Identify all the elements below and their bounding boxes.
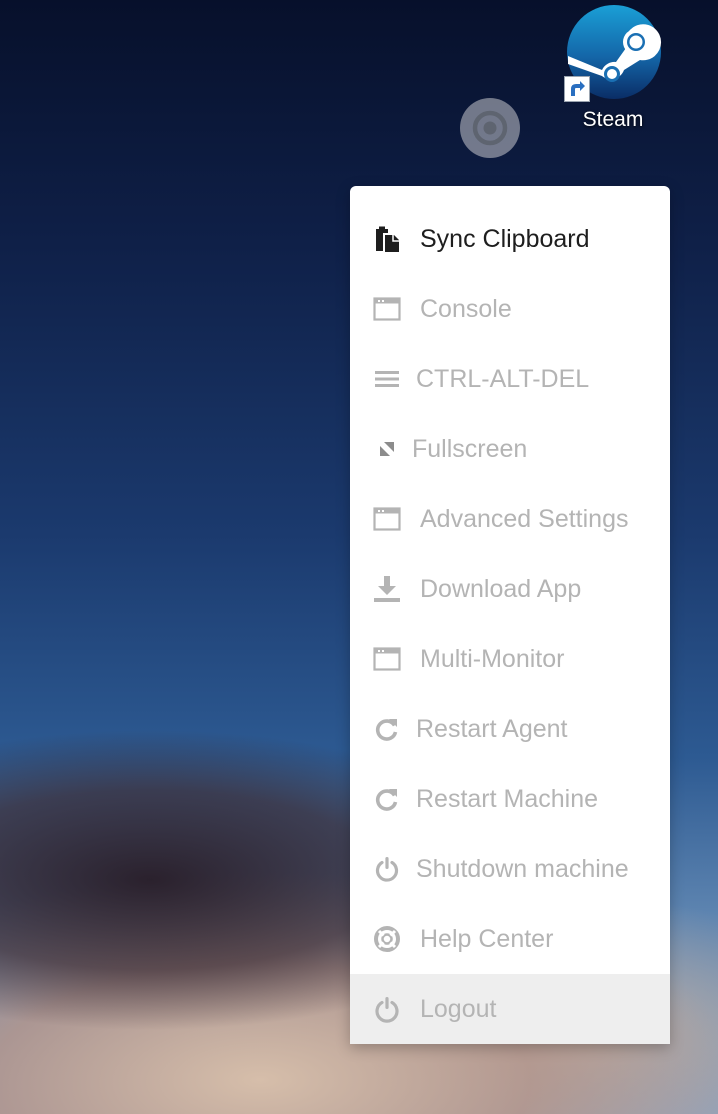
- download-icon: [372, 574, 402, 604]
- steam-shortcut[interactable]: Steam: [560, 2, 666, 138]
- menu-item-console[interactable]: Console: [350, 274, 670, 344]
- menu-toggle-button[interactable]: [460, 98, 520, 158]
- menu-item-multi-monitor[interactable]: Multi-Monitor: [350, 624, 670, 694]
- expand-icon: [372, 434, 402, 464]
- menu-item-label: Multi-Monitor: [420, 644, 565, 673]
- target-icon: [472, 110, 508, 146]
- menu-item-label: Restart Machine: [416, 784, 599, 813]
- power-icon: [372, 854, 402, 884]
- menu-item-label: CTRL-ALT-DEL: [416, 364, 590, 393]
- menu-item-label: Fullscreen: [412, 434, 528, 463]
- menu-item-label: Restart Agent: [416, 714, 568, 743]
- shortcut-label: Steam: [582, 108, 644, 131]
- menu-item-ctrl-alt-del[interactable]: CTRL-ALT-DEL: [350, 344, 670, 414]
- menu-item-shutdown-machine[interactable]: Shutdown machine: [350, 834, 670, 904]
- menu-item-label: Shutdown machine: [416, 854, 629, 883]
- menu-item-sync-clipboard[interactable]: Sync Clipboard: [350, 204, 670, 274]
- window-icon: [372, 294, 402, 324]
- menu-item-help-center[interactable]: Help Center: [350, 904, 670, 974]
- lifebuoy-icon: [372, 924, 402, 954]
- refresh-icon: [372, 784, 402, 814]
- menu-item-fullscreen[interactable]: Fullscreen: [350, 414, 670, 484]
- power-icon: [372, 994, 402, 1024]
- menu-item-label: Download App: [420, 574, 582, 603]
- menu-item-logout[interactable]: Logout: [350, 974, 670, 1044]
- shortcut-arrow-icon: [564, 76, 590, 102]
- menu-item-label: Help Center: [420, 924, 554, 953]
- menu-item-label: Advanced Settings: [420, 504, 629, 533]
- menu-item-restart-agent[interactable]: Restart Agent: [350, 694, 670, 764]
- menu-list: Sync Clipboard Console CTRL-ALT-DEL Full…: [350, 186, 670, 1044]
- menu-item-label: Logout: [420, 994, 497, 1023]
- menu-item-download-app[interactable]: Download App: [350, 554, 670, 624]
- clipboard-icon: [372, 224, 402, 254]
- window-icon: [372, 504, 402, 534]
- window-icon: [372, 644, 402, 674]
- menu-item-label: Console: [420, 294, 512, 323]
- menu-item-restart-machine[interactable]: Restart Machine: [350, 764, 670, 834]
- hamburger-icon: [372, 364, 402, 394]
- remote-menu: Sync Clipboard Console CTRL-ALT-DEL Full…: [350, 186, 670, 1044]
- menu-item-label: Sync Clipboard: [420, 224, 590, 253]
- refresh-icon: [372, 714, 402, 744]
- menu-item-advanced-settings[interactable]: Advanced Settings: [350, 484, 670, 554]
